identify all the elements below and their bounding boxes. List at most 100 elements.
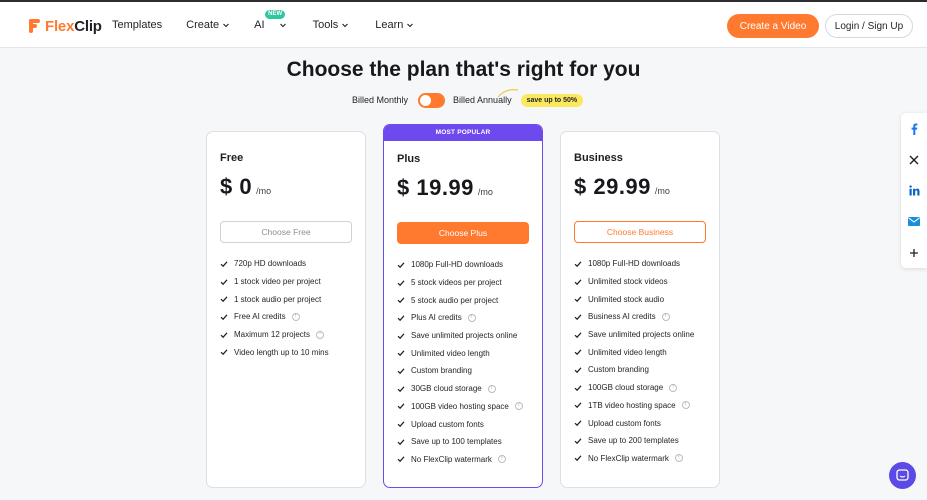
create-video-button[interactable]: Create a Video xyxy=(727,14,819,38)
check-icon xyxy=(397,279,405,286)
feature-item: Plus AI credits! xyxy=(397,309,542,327)
nav-create[interactable]: Create xyxy=(186,19,230,31)
linkedin-icon[interactable] xyxy=(901,175,927,206)
site-header: FlexClip Templates Create AI NEW Tools L… xyxy=(0,2,927,48)
plus-icon[interactable] xyxy=(901,237,927,268)
feature-item: 5 stock videos per project xyxy=(397,274,542,292)
price-amount: $ 19.99 xyxy=(397,175,474,200)
choose-free-button[interactable]: Choose Free xyxy=(220,221,352,243)
price-period: /mo xyxy=(654,186,670,196)
feature-item: No FlexClip watermark! xyxy=(574,450,719,468)
check-icon xyxy=(397,403,405,410)
feature-list: 720p HD downloads 1 stock video per proje… xyxy=(220,255,365,361)
info-icon[interactable]: ! xyxy=(669,383,678,392)
info-icon[interactable]: ! xyxy=(467,313,476,322)
feature-text: Video length up to 10 mins xyxy=(234,347,329,357)
feature-text: Save unlimited projects online xyxy=(411,331,518,341)
nav-learn[interactable]: Learn xyxy=(375,19,414,31)
feature-text: Unlimited stock videos xyxy=(588,277,668,287)
flexclip-logo[interactable]: FlexClip xyxy=(29,16,102,36)
feature-text: 1080p Full-HD downloads xyxy=(411,260,504,270)
feature-item: Maximum 12 projects! xyxy=(220,326,365,344)
feature-text: Unlimited video length xyxy=(411,348,490,358)
check-icon xyxy=(220,261,228,267)
feature-text: 100GB video hosting space xyxy=(411,401,509,411)
check-icon xyxy=(397,332,405,339)
choose-business-button[interactable]: Choose Business xyxy=(574,221,706,243)
check-icon xyxy=(574,367,582,374)
chevron-down-icon xyxy=(342,23,349,28)
feature-text: Unlimited stock audio xyxy=(588,294,665,304)
feature-item: Save unlimited projects online xyxy=(574,326,719,344)
check-icon xyxy=(397,350,405,357)
login-signup-button[interactable]: Login / Sign Up xyxy=(825,14,913,38)
feature-text: Maximum 12 projects xyxy=(234,330,311,340)
feature-text: Unlimited video length xyxy=(588,347,667,357)
feature-item: 1080p Full-HD downloads xyxy=(574,255,719,273)
feature-item: Upload custom fonts xyxy=(574,414,719,432)
feature-text: 1 stock audio per project xyxy=(234,294,322,304)
info-icon[interactable]: ! xyxy=(514,402,523,411)
check-icon xyxy=(574,402,582,409)
plan-price: $ 19.99 /mo xyxy=(397,175,542,201)
check-icon xyxy=(220,296,228,303)
info-icon[interactable]: ! xyxy=(291,312,300,321)
feature-item: 5 stock audio per project xyxy=(397,291,542,309)
email-icon[interactable] xyxy=(901,206,927,237)
x-icon[interactable] xyxy=(901,144,927,175)
info-icon[interactable]: ! xyxy=(487,384,496,393)
check-icon xyxy=(574,296,582,303)
info-icon[interactable]: ! xyxy=(497,455,506,464)
check-icon xyxy=(397,315,405,321)
feature-item: 100GB cloud storage! xyxy=(574,379,719,397)
facebook-icon[interactable] xyxy=(901,113,927,144)
feature-text: Plus AI credits xyxy=(411,313,462,323)
feature-text: Business AI credits xyxy=(588,312,656,322)
check-icon xyxy=(220,314,228,320)
check-icon xyxy=(397,456,405,463)
feature-list: 1080p Full-HD downloads Unlimited stock v… xyxy=(574,255,719,467)
feature-item: Save up to 100 templates xyxy=(397,433,542,451)
check-icon xyxy=(220,278,228,285)
feature-item: 1 stock audio per project xyxy=(220,290,365,308)
feature-text: Upload custom fonts xyxy=(411,419,484,429)
choose-plus-button[interactable]: Choose Plus xyxy=(397,222,529,244)
feature-item: 100GB video hosting space! xyxy=(397,398,542,416)
toggle-knob xyxy=(420,94,432,106)
main-nav: Templates Create AI NEW Tools Learn xyxy=(112,2,414,48)
nav-ai[interactable]: AI NEW xyxy=(254,10,286,31)
info-icon[interactable]: ! xyxy=(674,454,683,463)
feature-item: Custom branding xyxy=(574,361,719,379)
nav-tools[interactable]: Tools xyxy=(313,19,350,31)
check-icon xyxy=(574,278,582,285)
plan-name: Free xyxy=(220,152,244,164)
chat-bubble-icon[interactable] xyxy=(889,462,916,489)
feature-item: 1080p Full-HD downloads xyxy=(397,256,542,274)
feature-item: No FlexClip watermark! xyxy=(397,451,542,469)
most-popular-banner: MOST POPULAR xyxy=(384,125,542,141)
billed-monthly-label[interactable]: Billed Monthly xyxy=(352,95,408,105)
feature-item: Unlimited video length xyxy=(574,343,719,361)
info-icon[interactable]: ! xyxy=(681,401,690,410)
info-icon[interactable]: ! xyxy=(661,312,670,321)
check-icon xyxy=(397,386,405,392)
info-icon[interactable]: ! xyxy=(316,330,325,339)
check-icon xyxy=(397,262,405,268)
chevron-down-icon xyxy=(223,23,230,28)
check-icon xyxy=(220,331,228,338)
billed-annually-label[interactable]: Billed Annually xyxy=(453,95,512,105)
feature-text: 1080p Full-HD downloads xyxy=(588,259,681,269)
nav-templates[interactable]: Templates xyxy=(112,19,162,31)
feature-text: Save unlimited projects online xyxy=(588,330,695,340)
billing-toggle[interactable] xyxy=(418,92,446,108)
feature-text: 5 stock videos per project xyxy=(411,278,502,288)
check-icon xyxy=(220,349,228,356)
plan-card-plus: MOST POPULAR Plus $ 19.99 /mo Choose Plu… xyxy=(383,124,543,488)
check-icon xyxy=(574,385,582,391)
check-icon xyxy=(397,368,405,375)
billing-period-toggle-row: Billed Monthly Billed Annually save up t… xyxy=(352,92,584,108)
feature-text: Save up to 200 templates xyxy=(588,436,679,446)
feature-text: Free AI credits xyxy=(234,312,286,322)
check-icon xyxy=(574,314,582,320)
plan-card-business: Business $ 29.99 /mo Choose Business 108… xyxy=(560,131,720,488)
